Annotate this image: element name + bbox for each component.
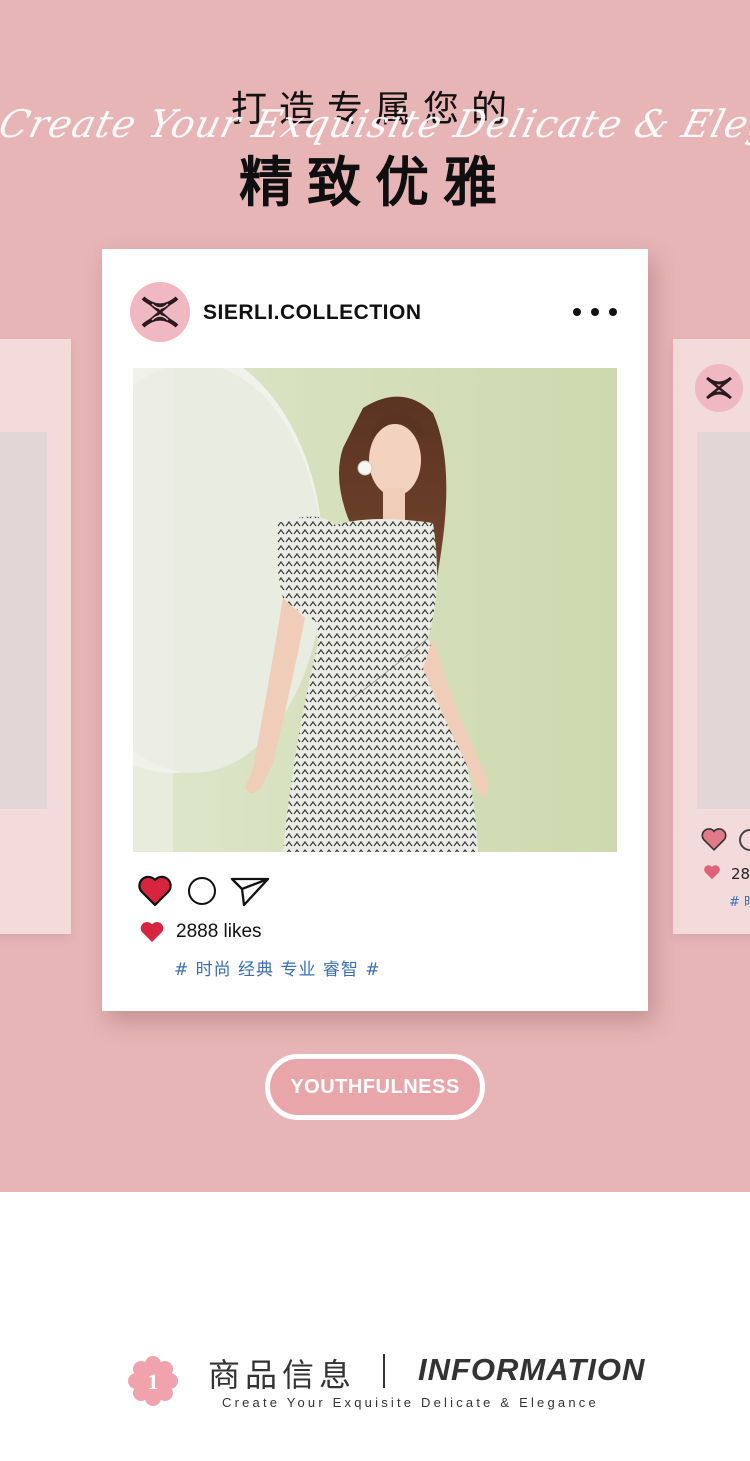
- side-card-right-photo: [697, 432, 750, 809]
- post-photo[interactable]: [133, 368, 617, 852]
- side-card-left-photo: [0, 432, 47, 809]
- flower-number-badge-icon: 1: [128, 1356, 178, 1406]
- more-dot-icon: [609, 308, 617, 316]
- comment-icon: [739, 829, 750, 851]
- more-dot-icon: [573, 308, 581, 316]
- info-divider: [383, 1354, 385, 1388]
- model-photo-illustration: [133, 368, 488, 852]
- comment-icon[interactable]: [188, 877, 216, 905]
- avatar[interactable]: [130, 282, 190, 342]
- side-card-right[interactable]: 28 # 时: [673, 339, 750, 934]
- more-dot-icon: [591, 308, 599, 316]
- heart-icon: [704, 865, 720, 880]
- send-icon[interactable]: [230, 875, 270, 907]
- sierli-logo-icon: [141, 296, 179, 328]
- post-username[interactable]: SIERLI.COLLECTION: [203, 301, 422, 325]
- side-likes-count: 28: [731, 865, 750, 883]
- sierli-logo-icon: [695, 364, 743, 412]
- headline-main: 精致优雅: [239, 151, 511, 214]
- hero-section: 打造专属您的 Create Your Exquisite Delicate & …: [0, 0, 750, 1192]
- info-title-cn: 商品信息: [208, 1356, 357, 1394]
- info-subtitle: Create Your Exquisite Delicate & Eleganc…: [222, 1395, 599, 1410]
- side-card-left[interactable]: [0, 339, 71, 934]
- heart-icon[interactable]: [138, 875, 172, 907]
- heart-icon: [701, 828, 727, 851]
- likes-row: 2888 likes: [140, 921, 262, 943]
- info-title-en: INFORMATION: [418, 1352, 646, 1387]
- post-actions: [138, 874, 270, 908]
- youthfulness-button[interactable]: YOUTHFULNESS: [265, 1054, 485, 1120]
- badge-number: 1: [148, 1369, 159, 1394]
- heart-icon: [140, 922, 164, 942]
- post-hashtags[interactable]: # 时尚 经典 专业 睿智 #: [174, 955, 381, 980]
- more-options-button[interactable]: [573, 300, 617, 324]
- post-card: SIERLI.COLLECTION 2888 likes # 时尚 经典 专业 …: [102, 249, 648, 1011]
- likes-count[interactable]: 2888 likes: [176, 921, 262, 943]
- side-hashtags: # 时: [729, 895, 750, 910]
